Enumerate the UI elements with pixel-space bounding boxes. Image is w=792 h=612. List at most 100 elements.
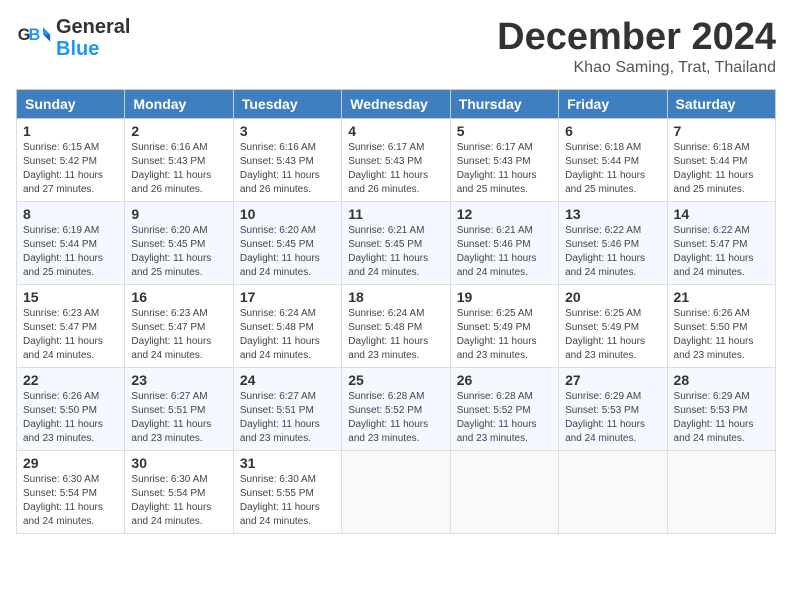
day-info: Sunrise: 6:15 AM Sunset: 5:42 PM Dayligh…: [23, 141, 118, 197]
calendar-title: December 2024: [497, 16, 776, 59]
table-row: 23Sunrise: 6:27 AM Sunset: 5:51 PM Dayli…: [125, 368, 233, 451]
day-number: 11: [348, 206, 443, 222]
table-row: 27 Sunrise: 6:29 AM Sunset: 5:53 PM Dayli…: [559, 368, 667, 451]
logo-text-line2: Blue: [56, 38, 130, 60]
day-info: Sunrise: 6:16 AM Sunset: 5:43 PM Dayligh…: [131, 141, 226, 197]
table-row: 1 Sunrise: 6:15 AM Sunset: 5:42 PM Daylig…: [17, 119, 125, 202]
day-number: 8: [23, 206, 118, 222]
day-number: 21: [674, 289, 769, 305]
table-row: 17 Sunrise: 6:24 AM Sunset: 5:48 PM Dayli…: [233, 285, 341, 368]
day-info: Sunrise: 6:22 AM Sunset: 5:46 PM Dayligh…: [565, 224, 660, 280]
day-number: 5: [457, 123, 552, 139]
day-number: 31: [240, 455, 335, 471]
day-number: 2: [131, 123, 226, 139]
day-number: 22: [23, 372, 118, 388]
day-number: 9: [131, 206, 226, 222]
table-row: 4Sunrise: 6:17 AM Sunset: 5:43 PM Daylig…: [342, 119, 450, 202]
day-number: 26: [457, 372, 552, 388]
table-row: 25 Sunrise: 6:28 AM Sunset: 5:52 PM Dayli…: [342, 368, 450, 451]
table-row: 20Sunrise: 6:25 AM Sunset: 5:49 PM Dayli…: [559, 285, 667, 368]
table-row: 30 Sunrise: 6:30 AM Sunset: 5:54 PM Dayli…: [125, 451, 233, 534]
day-number: 20: [565, 289, 660, 305]
calendar-week-row: 22 Sunrise: 6:26 AM Sunset: 5:50 PM Dayli…: [17, 368, 776, 451]
calendar-week-row: 29 Sunrise: 6:30 AM Sunset: 5:54 PM Dayli…: [17, 451, 776, 534]
day-info: Sunrise: 6:29 AM Sunset: 5:53 PM Dayligh…: [674, 390, 769, 446]
table-row: 22 Sunrise: 6:26 AM Sunset: 5:50 PM Dayli…: [17, 368, 125, 451]
calendar-week-row: 8 Sunrise: 6:19 AM Sunset: 5:44 PM Daylig…: [17, 202, 776, 285]
table-row: 8 Sunrise: 6:19 AM Sunset: 5:44 PM Daylig…: [17, 202, 125, 285]
day-number: 19: [457, 289, 552, 305]
day-info: Sunrise: 6:29 AM Sunset: 5:53 PM Dayligh…: [565, 390, 660, 446]
day-info: Sunrise: 6:22 AM Sunset: 5:47 PM Dayligh…: [674, 224, 769, 280]
day-info: Sunrise: 6:26 AM Sunset: 5:50 PM Dayligh…: [674, 307, 769, 363]
day-info: Sunrise: 6:27 AM Sunset: 5:51 PM Dayligh…: [240, 390, 335, 446]
day-number: 29: [23, 455, 118, 471]
table-row: 14 Sunrise: 6:22 AM Sunset: 5:47 PM Dayli…: [667, 202, 775, 285]
day-number: 3: [240, 123, 335, 139]
table-row: 24 Sunrise: 6:27 AM Sunset: 5:51 PM Dayli…: [233, 368, 341, 451]
table-row: 18 Sunrise: 6:24 AM Sunset: 5:48 PM Dayli…: [342, 285, 450, 368]
day-info: Sunrise: 6:19 AM Sunset: 5:44 PM Dayligh…: [23, 224, 118, 280]
title-block: December 2024 Khao Saming, Trat, Thailan…: [497, 16, 776, 77]
table-row: 31Sunrise: 6:30 AM Sunset: 5:55 PM Dayli…: [233, 451, 341, 534]
day-number: 15: [23, 289, 118, 305]
day-info: Sunrise: 6:21 AM Sunset: 5:46 PM Dayligh…: [457, 224, 552, 280]
table-row: 13 Sunrise: 6:22 AM Sunset: 5:46 PM Dayli…: [559, 202, 667, 285]
day-number: 10: [240, 206, 335, 222]
day-number: 1: [23, 123, 118, 139]
day-number: 14: [674, 206, 769, 222]
day-info: Sunrise: 6:28 AM Sunset: 5:52 PM Dayligh…: [457, 390, 552, 446]
table-row: 16Sunrise: 6:23 AM Sunset: 5:47 PM Dayli…: [125, 285, 233, 368]
table-row: 26 Sunrise: 6:28 AM Sunset: 5:52 PM Dayli…: [450, 368, 558, 451]
day-number: 13: [565, 206, 660, 222]
logo-icon: G B: [16, 20, 52, 56]
day-info: Sunrise: 6:28 AM Sunset: 5:52 PM Dayligh…: [348, 390, 443, 446]
table-row: 10Sunrise: 6:20 AM Sunset: 5:45 PM Dayli…: [233, 202, 341, 285]
table-row: 7Sunrise: 6:18 AM Sunset: 5:44 PM Daylig…: [667, 119, 775, 202]
logo-text-line1: General: [56, 16, 130, 38]
day-number: 27: [565, 372, 660, 388]
col-friday: Friday: [559, 90, 667, 119]
table-row: 15 Sunrise: 6:23 AM Sunset: 5:47 PM Dayli…: [17, 285, 125, 368]
calendar-subtitle: Khao Saming, Trat, Thailand: [497, 59, 776, 77]
table-row: 29 Sunrise: 6:30 AM Sunset: 5:54 PM Dayli…: [17, 451, 125, 534]
col-sunday: Sunday: [17, 90, 125, 119]
day-info: Sunrise: 6:24 AM Sunset: 5:48 PM Dayligh…: [348, 307, 443, 363]
calendar-header-row: Sunday Monday Tuesday Wednesday Thursday…: [17, 90, 776, 119]
table-row: 2 Sunrise: 6:16 AM Sunset: 5:43 PM Daylig…: [125, 119, 233, 202]
day-number: 24: [240, 372, 335, 388]
day-info: Sunrise: 6:26 AM Sunset: 5:50 PM Dayligh…: [23, 390, 118, 446]
table-row: 19 Sunrise: 6:25 AM Sunset: 5:49 PM Dayli…: [450, 285, 558, 368]
day-info: Sunrise: 6:25 AM Sunset: 5:49 PM Dayligh…: [457, 307, 552, 363]
day-number: 30: [131, 455, 226, 471]
day-info: Sunrise: 6:30 AM Sunset: 5:54 PM Dayligh…: [23, 473, 118, 529]
day-number: 17: [240, 289, 335, 305]
table-row: 21 Sunrise: 6:26 AM Sunset: 5:50 PM Dayli…: [667, 285, 775, 368]
day-info: Sunrise: 6:30 AM Sunset: 5:54 PM Dayligh…: [131, 473, 226, 529]
calendar-table: Sunday Monday Tuesday Wednesday Thursday…: [16, 89, 776, 534]
table-row: 28Sunrise: 6:29 AM Sunset: 5:53 PM Dayli…: [667, 368, 775, 451]
logo: G B General Blue: [16, 16, 130, 60]
calendar-week-row: 15 Sunrise: 6:23 AM Sunset: 5:47 PM Dayli…: [17, 285, 776, 368]
table-row: 11 Sunrise: 6:21 AM Sunset: 5:45 PM Dayli…: [342, 202, 450, 285]
table-row: [450, 451, 558, 534]
day-info: Sunrise: 6:20 AM Sunset: 5:45 PM Dayligh…: [131, 224, 226, 280]
svg-text:B: B: [29, 26, 41, 44]
table-row: [342, 451, 450, 534]
day-info: Sunrise: 6:23 AM Sunset: 5:47 PM Dayligh…: [23, 307, 118, 363]
day-number: 7: [674, 123, 769, 139]
table-row: 5Sunrise: 6:17 AM Sunset: 5:43 PM Daylig…: [450, 119, 558, 202]
col-thursday: Thursday: [450, 90, 558, 119]
table-row: 6Sunrise: 6:18 AM Sunset: 5:44 PM Daylig…: [559, 119, 667, 202]
day-number: 25: [348, 372, 443, 388]
day-number: 18: [348, 289, 443, 305]
day-number: 6: [565, 123, 660, 139]
col-wednesday: Wednesday: [342, 90, 450, 119]
page-header: G B General Blue December 2024 Khao Sami…: [16, 16, 776, 77]
table-row: [559, 451, 667, 534]
day-info: Sunrise: 6:21 AM Sunset: 5:45 PM Dayligh…: [348, 224, 443, 280]
day-info: Sunrise: 6:24 AM Sunset: 5:48 PM Dayligh…: [240, 307, 335, 363]
table-row: 3Sunrise: 6:16 AM Sunset: 5:43 PM Daylig…: [233, 119, 341, 202]
day-number: 16: [131, 289, 226, 305]
table-row: 12Sunrise: 6:21 AM Sunset: 5:46 PM Dayli…: [450, 202, 558, 285]
